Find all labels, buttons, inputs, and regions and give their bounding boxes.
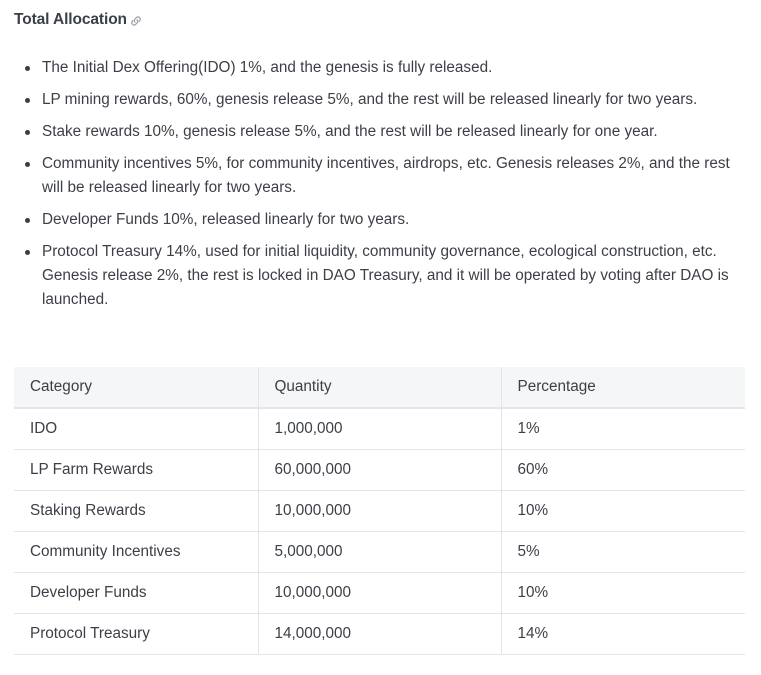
cell-category: IDO: [14, 408, 258, 450]
table-row: Developer Funds 10,000,000 10%: [14, 572, 745, 614]
table-row: LP Farm Rewards 60,000,000 60%: [14, 449, 745, 491]
cell-quantity: 10,000,000: [257, 572, 501, 614]
cell-quantity: 5,000,000: [257, 531, 501, 573]
list-item: LP mining rewards, 60%, genesis release …: [0, 88, 745, 112]
cell-quantity: 14,000,000: [257, 613, 501, 655]
list-item: The Initial Dex Offering(IDO) 1%, and th…: [0, 56, 745, 80]
cell-category: Protocol Treasury: [14, 613, 258, 655]
cell-percentage: 10%: [500, 572, 745, 614]
table-row: IDO 1,000,000 1%: [14, 408, 745, 450]
cell-quantity: 1,000,000: [257, 408, 501, 450]
list-item: Stake rewards 10%, genesis release 5%, a…: [0, 120, 745, 144]
cell-percentage: 1%: [500, 408, 745, 450]
cell-category: LP Farm Rewards: [14, 449, 258, 491]
link-icon[interactable]: [129, 14, 143, 28]
cell-percentage: 60%: [500, 449, 745, 491]
table-row: Staking Rewards 10,000,000 10%: [14, 490, 745, 532]
cell-percentage: 14%: [500, 613, 745, 655]
list-item: Community incentives 5%, for community i…: [0, 152, 745, 200]
cell-percentage: 10%: [500, 490, 745, 532]
allocation-table: Category Quantity Percentage IDO 1,000,0…: [14, 367, 745, 655]
table-row: Protocol Treasury 14,000,000 14%: [14, 613, 745, 655]
table-row: Community Incentives 5,000,000 5%: [14, 531, 745, 573]
cell-percentage: 5%: [500, 531, 745, 573]
column-header-percentage: Percentage: [500, 367, 745, 409]
cell-category: Community Incentives: [14, 531, 258, 573]
cell-category: Developer Funds: [14, 572, 258, 614]
column-header-quantity: Quantity: [257, 367, 501, 409]
cell-quantity: 60,000,000: [257, 449, 501, 491]
allocation-bullet-list: The Initial Dex Offering(IDO) 1%, and th…: [0, 56, 745, 320]
list-item: Protocol Treasury 14%, used for initial …: [0, 240, 745, 312]
list-item: Developer Funds 10%, released linearly f…: [0, 208, 745, 232]
table-header-row: Category Quantity Percentage: [14, 367, 745, 409]
section-heading-row: Total Allocation: [14, 9, 143, 31]
column-header-category: Category: [14, 367, 258, 409]
cell-category: Staking Rewards: [14, 490, 258, 532]
section-heading: Total Allocation: [14, 11, 127, 28]
cell-quantity: 10,000,000: [257, 490, 501, 532]
